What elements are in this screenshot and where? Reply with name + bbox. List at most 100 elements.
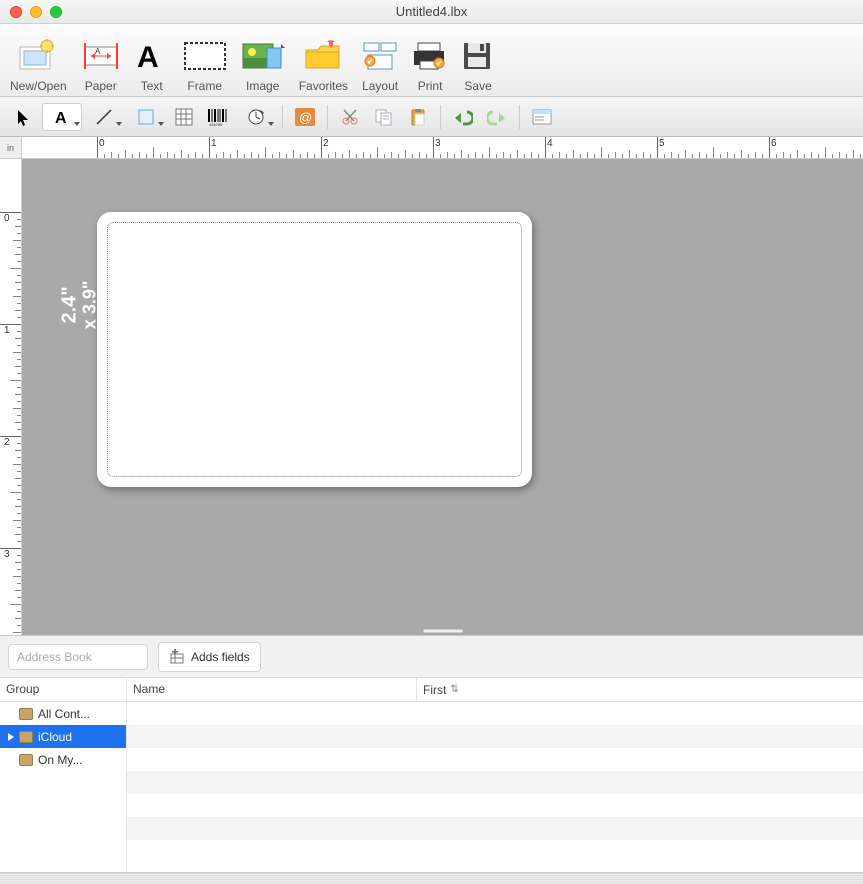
group-label: iCloud (38, 730, 72, 744)
frame-button[interactable]: Frame (183, 36, 227, 93)
svg-text:A: A (137, 41, 159, 71)
group-item-icloud[interactable]: iCloud (0, 725, 126, 748)
database-panel: Address Book Adds fields Group Name Firs… (0, 635, 863, 872)
text-label: Text (141, 79, 163, 93)
ruler-unit: in (0, 137, 22, 159)
toolbar-separator (440, 105, 441, 129)
table-icon (175, 108, 193, 126)
paste-button[interactable] (402, 103, 434, 131)
pointer-icon (15, 108, 33, 126)
toolbar-separator (327, 105, 328, 129)
pointer-tool-button[interactable] (8, 103, 40, 131)
cut-button[interactable] (334, 103, 366, 131)
column-header-group[interactable]: Group (0, 678, 127, 701)
chevron-down-icon (116, 122, 122, 126)
redo-button[interactable] (481, 103, 513, 131)
frame-label: Frame (187, 79, 222, 93)
properties-button[interactable] (526, 103, 558, 131)
label-height-text: 2.4" (58, 281, 80, 330)
shape-tool-button[interactable] (126, 103, 166, 131)
datetime-tool-button[interactable] (236, 103, 276, 131)
favorites-button[interactable]: Favorites (299, 36, 348, 93)
folder-icon (19, 708, 33, 720)
adds-fields-label: Adds fields (191, 650, 250, 664)
clock-icon (247, 108, 265, 126)
vertical-ruler: 0123 (0, 159, 22, 635)
group-label: All Cont... (38, 707, 90, 721)
line-icon (95, 108, 113, 126)
print-label: Print (418, 79, 443, 93)
clipboard-icon (409, 108, 427, 126)
copy-button[interactable] (368, 103, 400, 131)
svg-text:@: @ (299, 110, 312, 125)
text-tool-icon: A (53, 108, 71, 126)
image-label: Image (246, 79, 279, 93)
address-book-field[interactable]: Address Book (8, 644, 148, 670)
table-row[interactable] (127, 794, 863, 817)
chevron-down-icon (74, 122, 80, 126)
email-tool-button[interactable]: @ (289, 103, 321, 131)
barcode-tool-button[interactable]: 456789 (202, 103, 234, 131)
records-table[interactable] (127, 702, 863, 872)
favorites-label: Favorites (299, 79, 348, 93)
layout-icon (362, 36, 398, 76)
disclosure-triangle-icon[interactable] (8, 733, 14, 741)
table-row[interactable] (127, 748, 863, 771)
paper-button[interactable]: A Paper (81, 36, 121, 93)
window-title: Untitled4.lbx (0, 4, 863, 19)
toolbar-separator (282, 105, 283, 129)
table-row[interactable] (127, 817, 863, 840)
layout-button[interactable]: Layout (362, 36, 398, 93)
table-row[interactable] (127, 702, 863, 725)
table-tool-button[interactable] (168, 103, 200, 131)
save-icon (462, 36, 494, 76)
horizontal-ruler: 0123456 (22, 137, 863, 159)
undo-button[interactable] (447, 103, 479, 131)
text-tool-button[interactable]: A (42, 103, 82, 131)
undo-icon (453, 108, 473, 126)
save-button[interactable]: Save (462, 36, 494, 93)
at-sign-icon: @ (295, 108, 315, 126)
paper-label: Paper (85, 79, 117, 93)
shape-icon (137, 108, 155, 126)
table-row[interactable] (127, 840, 863, 863)
label-size-text: 2.4" x 3.9" (58, 281, 100, 330)
column-header-first[interactable]: First ⇅ (417, 678, 863, 701)
label-print-area (107, 222, 522, 477)
table-row[interactable] (127, 771, 863, 794)
print-icon (412, 36, 448, 76)
image-icon (241, 36, 285, 76)
copy-icon (374, 108, 394, 126)
columns-header: Group Name First ⇅ (0, 678, 863, 702)
layout-label: Layout (362, 79, 398, 93)
column-header-first-label: First (423, 683, 446, 697)
table-row[interactable] (127, 725, 863, 748)
column-header-name[interactable]: Name (127, 678, 417, 701)
window-resize-footer[interactable] (0, 872, 863, 884)
label-canvas[interactable] (97, 212, 532, 487)
adds-fields-icon (169, 649, 185, 665)
adds-fields-button[interactable]: Adds fields (158, 642, 261, 672)
folder-icon (19, 731, 33, 743)
new-open-button[interactable]: New/Open (10, 36, 67, 93)
group-item-all-contacts[interactable]: All Cont... (0, 702, 126, 725)
line-tool-button[interactable] (84, 103, 124, 131)
text-button[interactable]: A Text (135, 36, 169, 93)
svg-text:A: A (95, 47, 101, 56)
panel-resize-handle[interactable] (423, 629, 463, 633)
chevron-down-icon (158, 122, 164, 126)
main-toolbar: New/Open A Paper A Text Frame Image Favo… (0, 24, 863, 97)
image-button[interactable]: Image (241, 36, 285, 93)
window-titlebar: Untitled4.lbx (0, 0, 863, 24)
folder-icon (19, 754, 33, 766)
canvas-area[interactable]: 2.4" x 3.9" (22, 159, 863, 635)
redo-icon (487, 108, 507, 126)
frame-icon (183, 36, 227, 76)
sort-icon: ⇅ (450, 684, 458, 695)
new-open-label: New/Open (10, 79, 67, 93)
new-open-icon (16, 36, 60, 76)
svg-text:456789: 456789 (209, 122, 223, 126)
print-button[interactable]: Print (412, 36, 448, 93)
group-item-on-my[interactable]: On My... (0, 748, 126, 771)
properties-icon (532, 109, 552, 125)
